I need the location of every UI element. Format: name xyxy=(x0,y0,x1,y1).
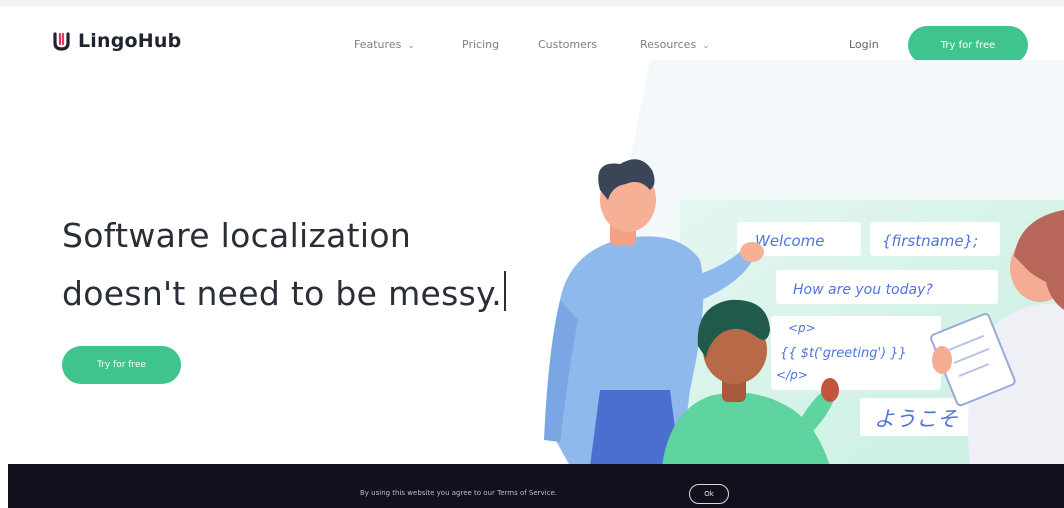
cookie-message: By using this website you agree to our T… xyxy=(360,489,558,497)
nav-resources-label: Resources xyxy=(640,38,697,51)
chevron-down-icon: ⌄ xyxy=(702,41,710,51)
cookie-ok-button[interactable]: Ok xyxy=(689,484,729,504)
nav-customers-label: Customers xyxy=(538,38,598,51)
nav-features-label: Features xyxy=(354,38,402,51)
hero-headline-line1: Software localization xyxy=(62,216,412,255)
code-line-3: </p> xyxy=(776,368,808,382)
cookie-consent-bar: By using this website you agree to our T… xyxy=(8,464,1064,508)
code-line-1: <p> xyxy=(788,321,816,335)
chevron-down-icon: ⌄ xyxy=(407,41,415,51)
nav-customers[interactable]: Customers xyxy=(538,38,597,51)
hero-headline-line2: doesn't need to be messy. xyxy=(62,271,507,313)
brand-name: LingoHub xyxy=(78,30,182,52)
hero-headline-line2-text: doesn't need to be messy. xyxy=(62,274,503,313)
firstname-text: {firstname}; xyxy=(882,232,978,250)
top-edge xyxy=(0,0,1064,6)
nav-pricing-label: Pricing xyxy=(462,38,500,51)
hero-try-free-button[interactable]: Try for free xyxy=(62,346,181,384)
lingohub-logo-icon xyxy=(53,31,70,51)
nav-features[interactable]: Features ⌄ xyxy=(354,38,415,51)
header-try-free-button[interactable]: Try for free xyxy=(908,26,1028,64)
welcome-text: Welcome xyxy=(755,232,825,250)
question-text: How are you today? xyxy=(793,282,933,298)
code-line-2: {{ $t('greeting') }} xyxy=(780,346,907,361)
nav-pricing[interactable]: Pricing xyxy=(462,38,499,51)
login-link[interactable]: Login xyxy=(849,38,879,51)
hero-illustration: Welcome {firstname}; How are you today? … xyxy=(544,60,1064,466)
nav-resources[interactable]: Resources ⌄ xyxy=(640,38,710,51)
japanese-text: ようこそ xyxy=(874,407,958,431)
text-caret xyxy=(504,271,507,311)
brand-logo[interactable]: LingoHub xyxy=(53,30,181,52)
